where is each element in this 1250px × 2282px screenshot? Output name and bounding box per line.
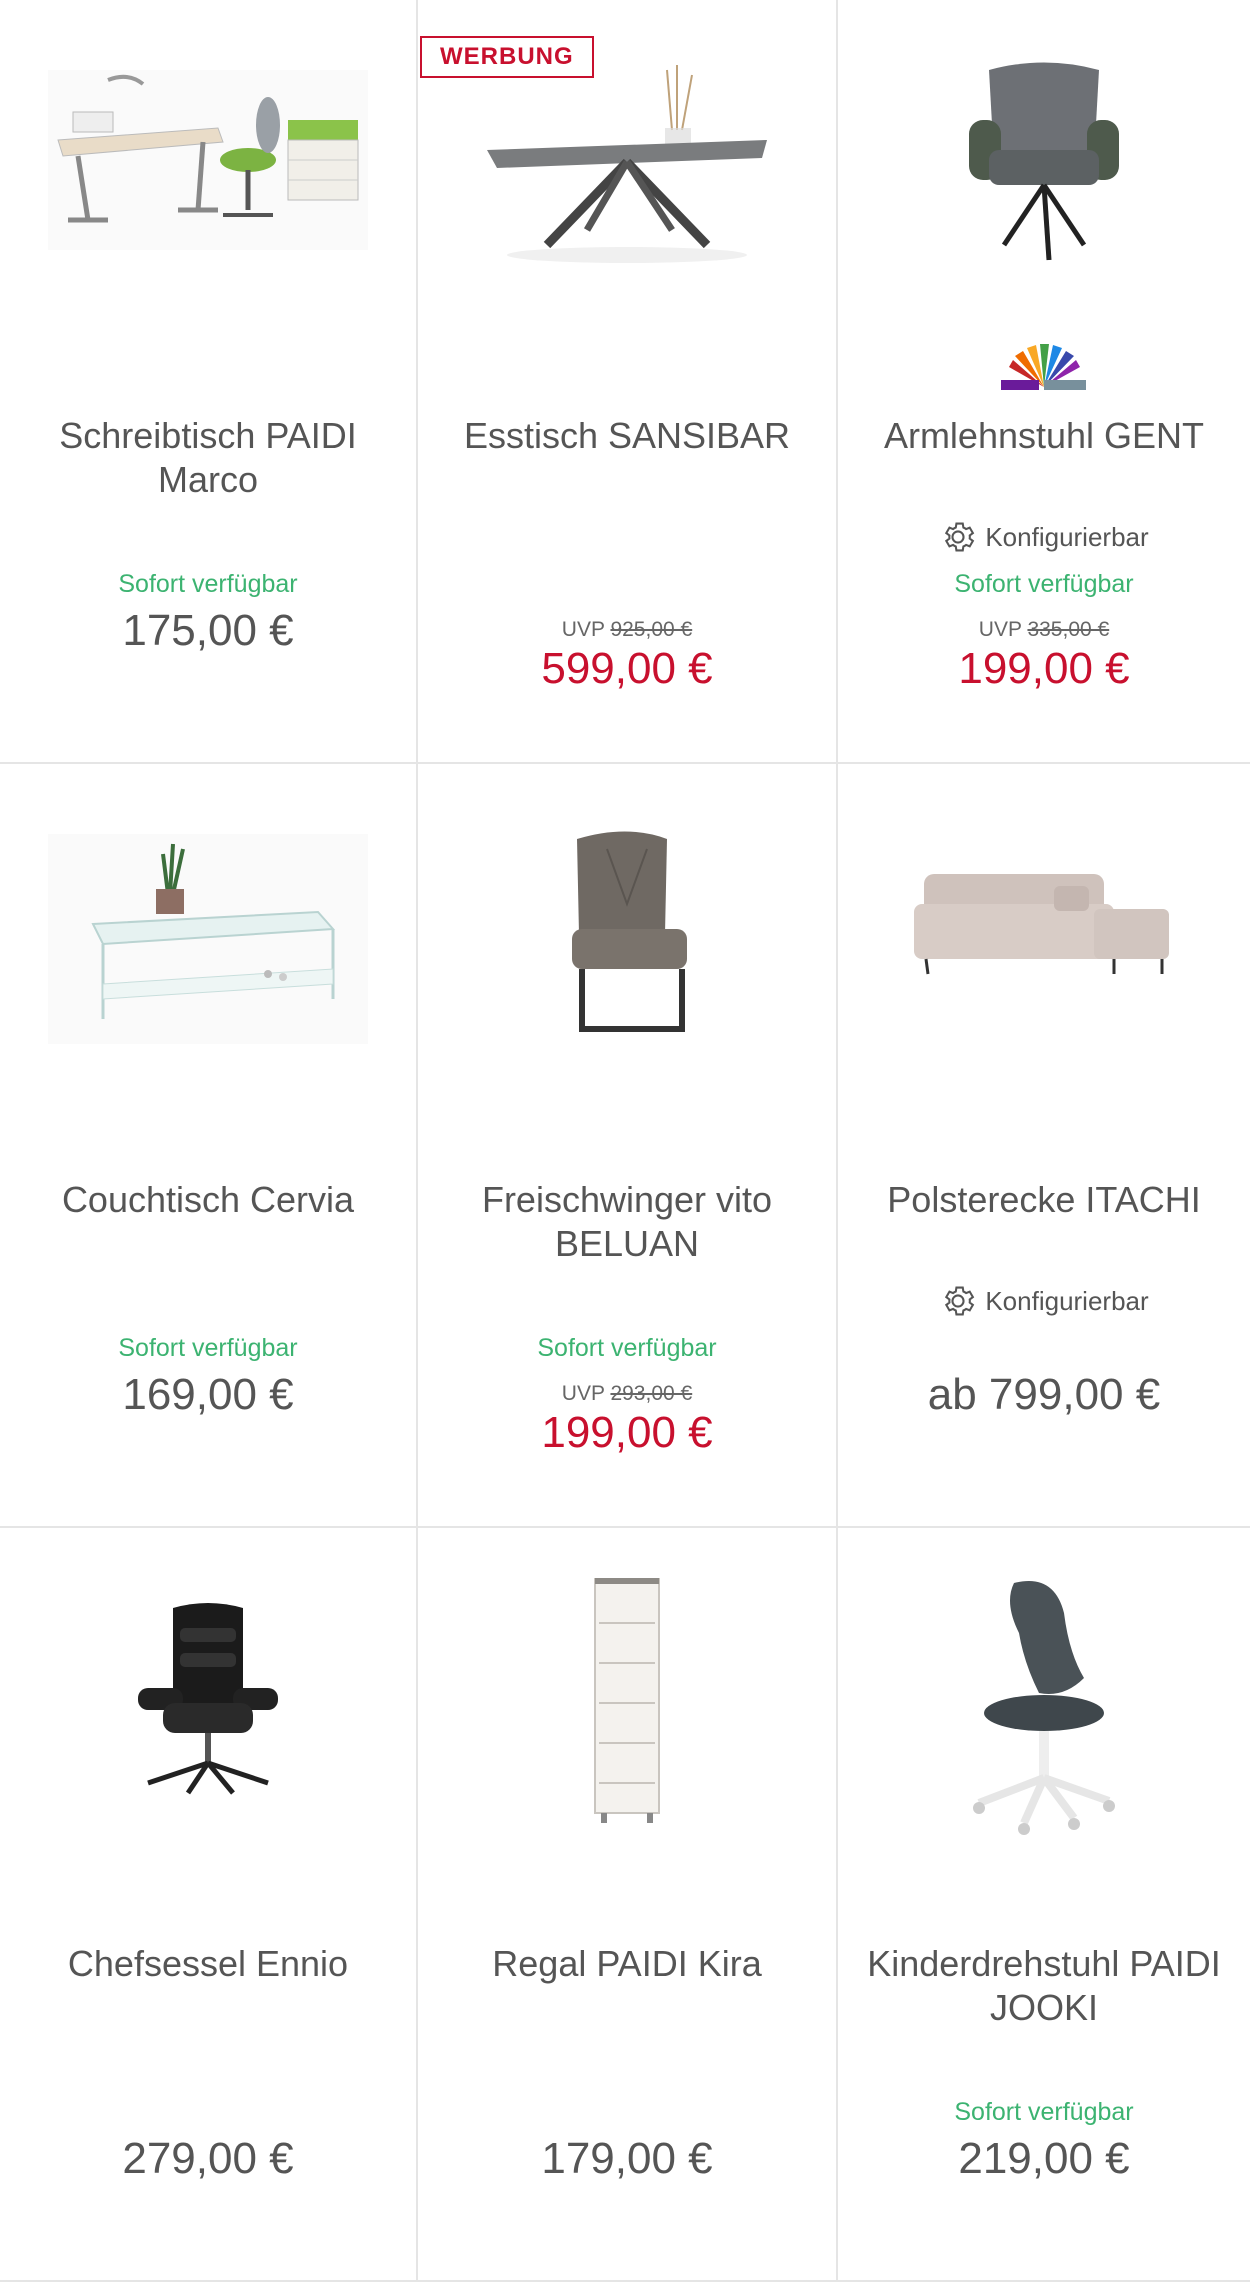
- availability-label: Sofort verfügbar: [118, 1334, 298, 1362]
- product-title[interactable]: Regal PAIDI Kira: [428, 1942, 826, 1986]
- sale-price: 199,00 €: [541, 1408, 713, 1457]
- uvp-value: 293,00 €: [610, 1382, 693, 1405]
- uvp-price: UVP 925,00 €: [561, 618, 693, 641]
- product-grid: Schreibtisch PAIDI Marco Sofort verfügba…: [0, 0, 1250, 2282]
- gear-icon: [945, 522, 975, 552]
- product-title[interactable]: Chefsessel Ennio: [10, 1942, 406, 1986]
- product-title[interactable]: Kinderdrehstuhl PAIDI JOOKI: [848, 1942, 1240, 2030]
- product-card[interactable]: Chefsessel Ennio 279,00 €: [0, 1528, 418, 2282]
- product-price: 219,00 €: [958, 2134, 1130, 2183]
- product-image[interactable]: [418, 0, 836, 330]
- product-title[interactable]: Freischwinger vito BELUAN: [428, 1178, 826, 1266]
- uvp-value: 335,00 €: [1027, 618, 1110, 641]
- product-image[interactable]: [418, 764, 836, 1094]
- product-card[interactable]: Armlehnstuhl GENT Konfigurierbar Sofort …: [838, 0, 1250, 764]
- product-image[interactable]: [418, 1528, 836, 1858]
- availability-label: Sofort verfügbar: [954, 570, 1134, 598]
- desk-set-image: [48, 70, 368, 250]
- shelf-image: [594, 1578, 660, 1823]
- product-card[interactable]: Schreibtisch PAIDI Marco Sofort verfügba…: [0, 0, 418, 764]
- product-card[interactable]: Polsterecke ITACHI Konfigurierbar ab 799…: [838, 764, 1250, 1528]
- product-image[interactable]: [0, 764, 416, 1094]
- product-card[interactable]: Couchtisch Cervia Sofort verfügbar 169,0…: [0, 764, 418, 1528]
- product-image[interactable]: [0, 1528, 416, 1858]
- product-price: 179,00 €: [541, 2134, 713, 2183]
- product-price: 169,00 €: [122, 1370, 294, 1419]
- availability-label: Sofort verfügbar: [954, 2098, 1134, 2126]
- product-price: ab 799,00 €: [927, 1370, 1161, 1419]
- product-card[interactable]: Freischwinger vito BELUAN Sofort verfügb…: [418, 764, 838, 1528]
- uvp-value: 925,00 €: [610, 618, 693, 641]
- availability-label: Sofort verfügbar: [537, 1334, 717, 1362]
- product-title[interactable]: Schreibtisch PAIDI Marco: [10, 414, 406, 502]
- product-image[interactable]: [0, 0, 416, 330]
- corner-sofa-image: [914, 874, 1169, 975]
- configurable-label: Konfigurierbar: [838, 1282, 1250, 1320]
- product-title[interactable]: Polsterecke ITACHI: [848, 1178, 1240, 1222]
- availability-label: Sofort verfügbar: [118, 570, 298, 598]
- product-card[interactable]: Regal PAIDI Kira 179,00 €: [418, 1528, 838, 2282]
- product-card[interactable]: WERBUNG Esstisch SANSIBAR UVP 925,00 € 5…: [418, 0, 838, 764]
- product-price: 279,00 €: [122, 2134, 294, 2183]
- sale-price: 199,00 €: [958, 644, 1130, 693]
- product-card[interactable]: Kinderdrehstuhl PAIDI JOOKI Sofort verfü…: [838, 1528, 1250, 2282]
- product-image[interactable]: [838, 0, 1250, 330]
- product-image[interactable]: [838, 1528, 1250, 1858]
- dining-table-image: [487, 65, 767, 263]
- office-chair-image: [138, 1603, 278, 1795]
- product-title[interactable]: Couchtisch Cervia: [10, 1178, 406, 1222]
- product-title[interactable]: Armlehnstuhl GENT: [848, 414, 1240, 458]
- cantilever-chair-image: [572, 831, 687, 1032]
- brand-logo: [1001, 344, 1086, 390]
- product-title[interactable]: Esstisch SANSIBAR: [428, 414, 826, 458]
- uvp-price: UVP 293,00 €: [561, 1382, 693, 1405]
- sale-price: 599,00 €: [541, 644, 713, 693]
- gear-icon: [945, 1286, 975, 1316]
- product-price: 175,00 €: [122, 606, 294, 655]
- configurable-label: Konfigurierbar: [838, 518, 1250, 556]
- glass-table-image: [48, 834, 368, 1044]
- kids-chair-image: [973, 1581, 1115, 1835]
- uvp-price: UVP 335,00 €: [978, 618, 1110, 641]
- product-image[interactable]: [838, 764, 1250, 1094]
- armchair-image: [969, 62, 1119, 261]
